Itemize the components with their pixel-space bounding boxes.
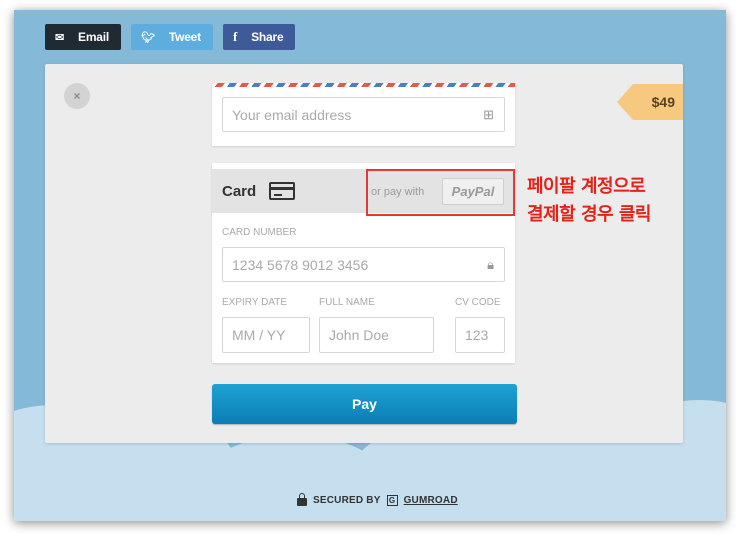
expiry-placeholder: MM / YY bbox=[232, 327, 286, 343]
annotation-text: 페이팔 계정으로 결제할 경우 클릭 bbox=[527, 173, 651, 229]
lock-icon bbox=[297, 493, 307, 506]
close-button[interactable]: × bbox=[64, 83, 90, 109]
cvc-label: CV CODE bbox=[455, 297, 501, 308]
share-bar: ✉ Email 🐦︎ Tweet f Share bbox=[45, 24, 296, 50]
email-share-label: Email bbox=[78, 30, 110, 44]
email-share-button[interactable]: ✉ Email bbox=[45, 24, 122, 50]
airmail-stripe bbox=[212, 83, 515, 87]
gumroad-link[interactable]: GUMROAD bbox=[404, 495, 458, 506]
expiry-label: EXPIRY DATE bbox=[222, 297, 288, 308]
pay-button-label: Pay bbox=[352, 396, 377, 412]
tab-card[interactable]: Card bbox=[222, 183, 256, 200]
full-name-label: FULL NAME bbox=[319, 297, 375, 308]
full-name-input[interactable]: John Doe bbox=[319, 317, 434, 353]
annotation-line-1: 페이팔 계정으로 bbox=[527, 176, 646, 197]
card-number-input[interactable]: 1234 5678 9012 3456 🔒︎ bbox=[222, 247, 505, 282]
email-section: Your email address ⊞ bbox=[212, 83, 515, 146]
email-input[interactable]: Your email address ⊞ bbox=[222, 97, 505, 132]
paypal-highlight-box bbox=[366, 169, 515, 216]
full-name-placeholder: John Doe bbox=[329, 327, 389, 343]
tweet-button[interactable]: 🐦︎ Tweet bbox=[131, 24, 213, 50]
card-number-placeholder: 1234 5678 9012 3456 bbox=[232, 256, 369, 273]
cvc-placeholder: 123 bbox=[465, 327, 489, 343]
credit-card-icon bbox=[269, 182, 295, 200]
secured-by-label: SECURED BY bbox=[313, 494, 381, 506]
secured-by-footer: SECURED BY G GUMROAD bbox=[297, 493, 458, 506]
email-placeholder: Your email address bbox=[232, 106, 352, 123]
expiry-input[interactable]: MM / YY bbox=[222, 317, 310, 353]
price-tag: $49 bbox=[617, 84, 683, 120]
twitter-icon: 🐦︎ bbox=[141, 31, 155, 44]
checkout-modal: × $49 Your email address ⊞ Card or pay w… bbox=[45, 64, 683, 443]
envelope-icon: ✉ bbox=[55, 31, 65, 44]
tweet-label: Tweet bbox=[168, 30, 201, 44]
close-icon: × bbox=[73, 89, 81, 103]
gumroad-logo-icon: G bbox=[386, 494, 398, 506]
facebook-icon: f bbox=[232, 29, 238, 44]
facebook-share-button[interactable]: f Share bbox=[222, 24, 296, 50]
pay-button[interactable]: Pay bbox=[212, 384, 517, 424]
annotation-line-2: 결제할 경우 클릭 bbox=[527, 204, 651, 225]
page-background: ✉ Email 🐦︎ Tweet f Share × $49 Your emai… bbox=[14, 10, 726, 521]
price-label: $49 bbox=[651, 94, 675, 110]
gift-icon: ⊞ bbox=[483, 106, 494, 122]
facebook-share-label: Share bbox=[251, 30, 284, 44]
lock-icon: 🔒︎ bbox=[487, 256, 494, 272]
cvc-input[interactable]: 123 bbox=[455, 317, 505, 353]
card-number-label: CARD NUMBER bbox=[222, 227, 297, 238]
